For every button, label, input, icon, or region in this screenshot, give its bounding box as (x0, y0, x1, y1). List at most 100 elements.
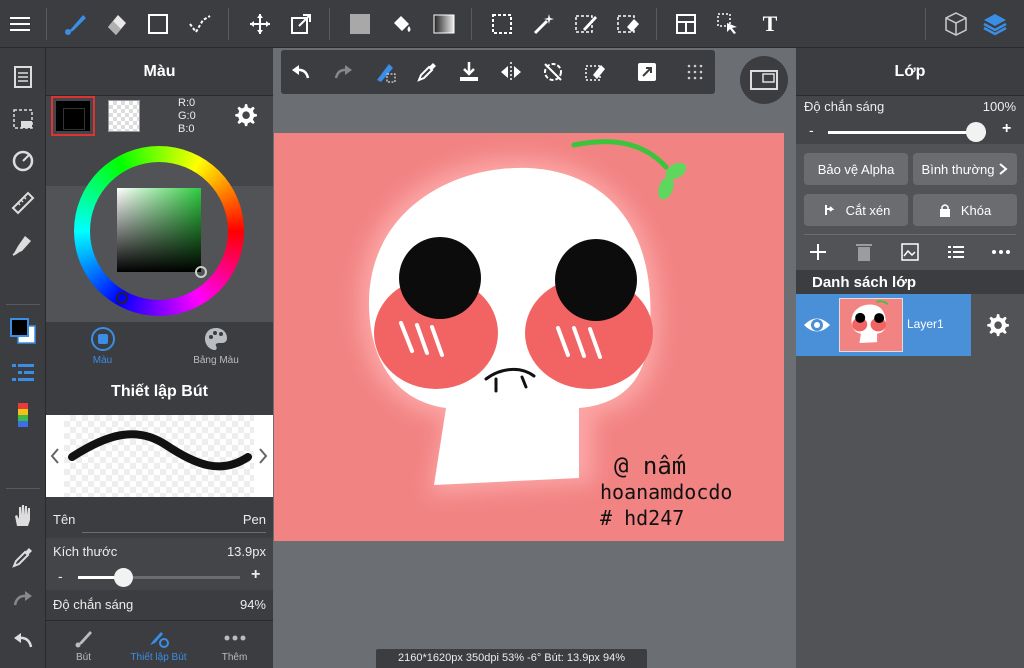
brush-opacity-row: Độ chắn sáng 94% (53, 597, 266, 612)
size-plus-button[interactable]: + (251, 566, 260, 584)
save-download-icon[interactable] (455, 58, 483, 86)
layer-opacity-row: Độ chắn sáng 100% - + (796, 96, 1024, 144)
rotate-reset-icon[interactable] (539, 58, 567, 86)
color-panel: Màu R:0 G:0 B:0 Màu Bảng Màu (46, 48, 273, 368)
layer-tree-icon[interactable] (8, 358, 38, 388)
brush-settings-icon (149, 632, 169, 648)
layer-list-header: Danh sách lớp (796, 270, 1024, 294)
canvas-area[interactable]: @ nấm hoanamdocdo # hd247 2160*1620px 35… (273, 48, 796, 668)
brush-next-arrow-icon[interactable] (258, 447, 268, 470)
document-icon[interactable] (8, 62, 38, 92)
size-minus-button[interactable]: - (58, 568, 63, 584)
reference-icon[interactable] (633, 58, 661, 86)
brush-name-row[interactable]: Tên Pen (46, 506, 273, 536)
tab-brush[interactable]: Bút (46, 621, 121, 668)
undo-icon[interactable] (8, 626, 38, 656)
tab-brush-settings[interactable]: Thiết lập Bút (121, 621, 196, 668)
rotate-canvas-icon[interactable] (8, 146, 38, 176)
flip-horizontal-icon[interactable] (497, 58, 525, 86)
foreground-color-swatch[interactable] (51, 96, 95, 136)
color-tabs: Màu Bảng Màu (46, 322, 273, 368)
layer-thumbnail (839, 298, 903, 352)
hand-tool-icon[interactable] (8, 500, 38, 530)
chevron-right-icon (999, 163, 1008, 175)
ruler-icon[interactable] (8, 188, 38, 218)
undo-icon[interactable] (287, 58, 315, 86)
color-panel-title: Màu (143, 63, 176, 80)
menu-icon[interactable] (6, 10, 34, 38)
sv-picker-handle[interactable] (195, 266, 207, 278)
color-panel-header: Màu (46, 48, 273, 96)
add-layer-icon[interactable] (808, 242, 828, 267)
tab-color[interactable]: Màu (46, 322, 159, 368)
hue-picker-handle[interactable] (116, 292, 128, 304)
layer-panel-title: Lớp (894, 63, 926, 80)
clear-layer-icon[interactable] (581, 58, 609, 86)
saturation-value-square[interactable] (117, 188, 201, 272)
alpha-protect-button[interactable]: Bảo vệ Alpha (804, 153, 908, 185)
panel-layout-icon[interactable] (672, 10, 700, 38)
brush-icon (75, 631, 92, 648)
visibility-eye-icon[interactable] (802, 312, 832, 343)
gradient-tool-icon[interactable] (430, 10, 458, 38)
select-tool-icon[interactable] (488, 10, 516, 38)
layer-list-icon[interactable] (946, 242, 966, 267)
left-tool-strip (0, 48, 46, 668)
rectangle-tool-icon[interactable] (144, 10, 172, 38)
layer-opacity-slider[interactable] (828, 122, 986, 142)
top-toolbar: T (0, 0, 1024, 48)
magic-wand-icon[interactable] (530, 10, 558, 38)
layer-settings-gear-icon[interactable] (984, 312, 1010, 343)
move-tool-icon[interactable] (246, 10, 274, 38)
polyline-tool-icon[interactable] (186, 10, 214, 38)
color-swatch-icon[interactable] (8, 316, 38, 346)
tab-more[interactable]: Thêm (197, 621, 272, 668)
more-dots-icon (224, 635, 245, 641)
color-settings-gear-icon[interactable] (232, 102, 258, 133)
brush-size-slider[interactable] (78, 568, 240, 587)
select-layer-icon[interactable] (714, 10, 742, 38)
filter-pen-icon[interactable] (8, 230, 38, 260)
eraser-tool-icon[interactable] (103, 10, 131, 38)
delete-layer-icon[interactable] (854, 242, 874, 267)
brush-size-row: Kích thước 13.9px - + (46, 538, 273, 590)
blend-mode-button[interactable]: Bình thường (913, 153, 1017, 185)
bucket-tool-icon[interactable] (388, 10, 416, 38)
color-palette-bar-icon[interactable] (8, 400, 38, 430)
lock-button[interactable]: Khóa (913, 194, 1017, 226)
eyedropper-icon[interactable] (8, 542, 38, 572)
view-mode-button[interactable] (740, 56, 788, 104)
artwork-canvas[interactable]: @ nấm hoanamdocdo # hd247 (274, 133, 784, 541)
layer-opacity-plus[interactable]: + (1002, 120, 1011, 138)
layer-opacity-minus[interactable]: - (809, 122, 814, 138)
floating-toolbar (281, 50, 715, 94)
layer-panel-header: Lớp (796, 48, 1024, 96)
fill-color-icon[interactable] (346, 10, 374, 38)
layer-image-icon[interactable] (900, 242, 920, 267)
color-wheel[interactable] (74, 146, 244, 316)
redo-icon[interactable] (8, 584, 38, 614)
grid-dots-icon[interactable] (681, 58, 709, 86)
brush-prev-arrow-icon[interactable] (50, 447, 60, 470)
redo-icon[interactable] (329, 58, 357, 86)
layer-row[interactable]: Layer1 (796, 294, 1024, 356)
selection-eraser-icon[interactable] (614, 10, 642, 38)
erase-selection-icon[interactable] (371, 58, 399, 86)
view-frame-icon (750, 70, 778, 90)
selection-pen-icon[interactable] (572, 10, 600, 38)
eyedropper-icon[interactable] (413, 58, 441, 86)
text-tool-icon[interactable]: T (756, 10, 784, 38)
clipping-icon (824, 205, 835, 215)
clipping-button[interactable]: Cắt xén (804, 194, 908, 226)
selection-layer-icon[interactable] (8, 104, 38, 134)
transform-tool-icon[interactable] (287, 10, 315, 38)
3d-material-icon[interactable] (942, 10, 970, 38)
brush-tool-icon[interactable] (62, 10, 90, 38)
tab-palette[interactable]: Bảng Màu (159, 322, 273, 368)
layers-icon[interactable] (981, 10, 1009, 38)
transparent-color-swatch[interactable] (108, 100, 140, 132)
status-bar: 2160*1620px 350dpi 53% -6° Bút: 13.9px 9… (376, 649, 647, 668)
layer-more-icon[interactable] (990, 242, 1012, 267)
lock-icon (939, 204, 950, 217)
rgb-readout: R:0 G:0 B:0 (178, 97, 196, 135)
